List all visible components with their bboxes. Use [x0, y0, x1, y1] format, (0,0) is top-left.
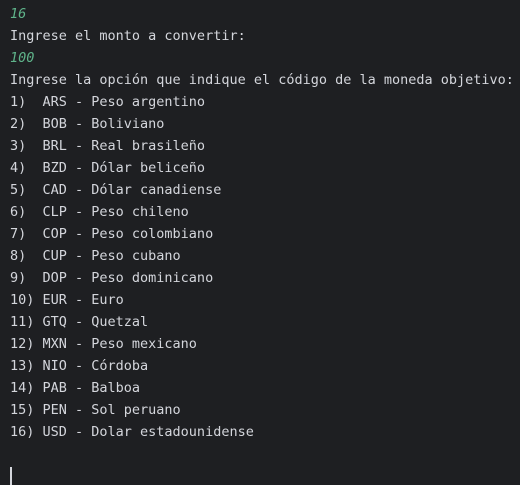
prompt-amount: Ingrese el monto a convertir:	[10, 28, 246, 44]
currency-option-eur: 10) EUR - Euro	[10, 292, 124, 308]
currency-option-ars: 1) ARS - Peso argentino	[10, 94, 206, 110]
currency-option-clp: 6) CLP - Peso chileno	[10, 204, 189, 220]
currency-option-bzd: 4) BZD - Dólar beliceño	[10, 160, 206, 176]
currency-option-cad: 5) CAD - Dólar canadiense	[10, 182, 222, 198]
user-input-option: 16	[10, 6, 27, 22]
currency-option-pab: 14) PAB - Balboa	[10, 380, 141, 396]
currency-option-mxn: 12) MXN - Peso mexicano	[10, 336, 197, 352]
console-output[interactable]: 16 Ingrese el monto a convertir: 100 Ing…	[10, 3, 520, 485]
prompt-target-currency: Ingrese la opción que indique el código …	[10, 72, 514, 88]
user-input-amount: 100	[10, 50, 35, 66]
text-cursor[interactable]	[10, 467, 12, 485]
currency-option-gtq: 11) GTQ - Quetzal	[10, 314, 149, 330]
currency-option-bob: 2) BOB - Boliviano	[10, 116, 165, 132]
currency-option-dop: 9) DOP - Peso dominicano	[10, 270, 214, 286]
currency-option-cop: 7) COP - Peso colombiano	[10, 226, 214, 242]
currency-option-cup: 8) CUP - Peso cubano	[10, 248, 181, 264]
currency-option-brl: 3) BRL - Real brasileño	[10, 138, 206, 154]
currency-option-usd: 16) USD - Dolar estadounidense	[10, 424, 254, 440]
currency-option-nio: 13) NIO - Córdoba	[10, 358, 149, 374]
currency-option-pen: 15) PEN - Sol peruano	[10, 402, 181, 418]
